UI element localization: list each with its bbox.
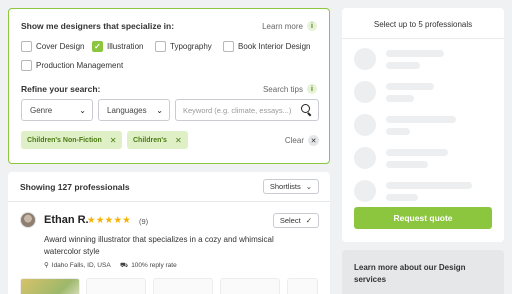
specialty-question: Show me designers that specialize in:: [21, 21, 175, 31]
checkbox-box[interactable]: [155, 41, 166, 52]
clear-filters-button[interactable]: Clear ✕: [285, 135, 319, 146]
results-header: Showing 127 professionals Shortlists ⌄: [8, 172, 330, 202]
refine-label: Refine your search:: [21, 84, 101, 94]
chip-label: Children's: [133, 136, 167, 144]
chevron-down-icon: ⌄: [156, 105, 163, 115]
placeholder-avatar: [354, 81, 376, 103]
checkbox-typography[interactable]: Typography: [155, 41, 212, 52]
placeholder-line: [386, 182, 472, 189]
results-panel: Showing 127 professionals Shortlists ⌄ E…: [8, 172, 330, 294]
chevron-down-icon: ⌄: [79, 105, 86, 115]
checkbox-label: Book Interior Design: [238, 42, 311, 51]
location: ⚲ Idaho Falls, ID, USA: [44, 261, 111, 270]
professional-description: Award winning illustrator that specializ…: [44, 235, 274, 256]
placeholder-line: [386, 116, 456, 123]
checkbox-cover-design[interactable]: Cover Design: [21, 41, 84, 52]
search-tips-label: Search tips: [262, 84, 303, 94]
map-pin-icon: ⚲: [44, 262, 49, 269]
info-icon: i: [307, 84, 317, 94]
divider: [342, 38, 504, 39]
checkbox-label: Production Management: [36, 61, 124, 70]
filter-chip[interactable]: Children's Non-Fiction ✕: [21, 131, 123, 149]
portfolio-thumbnail[interactable]: [153, 278, 213, 294]
placeholder-line: [386, 194, 418, 201]
placeholder-avatar: [354, 147, 376, 169]
placeholder-line: [386, 95, 414, 102]
chevron-down-icon: ⌄: [305, 182, 312, 191]
close-icon[interactable]: ✕: [110, 136, 117, 145]
checkbox-box[interactable]: [21, 60, 32, 71]
reply-rate: ⛟ 100% reply rate: [120, 261, 177, 270]
placeholder-line: [386, 161, 428, 168]
placeholder-line: [386, 149, 448, 156]
placeholder-avatar: [354, 48, 376, 70]
checkbox-production-management[interactable]: Production Management: [21, 60, 123, 71]
checkbox-box[interactable]: [223, 41, 234, 52]
request-quote-button[interactable]: Request quote: [354, 207, 492, 229]
portfolio-thumbnail[interactable]: [220, 278, 280, 294]
close-icon[interactable]: ✕: [175, 136, 182, 145]
review-count: (9): [139, 217, 149, 226]
results-count: Showing 127 professionals: [20, 182, 130, 192]
selection-panel: Select up to 5 professionals Request quo…: [342, 8, 504, 242]
genre-select-value: Genre: [30, 105, 53, 115]
select-label: Select: [279, 216, 301, 225]
search-tips-link[interactable]: Search tips i: [263, 84, 317, 94]
filter-panel: Show me designers that specialize in: Le…: [8, 8, 330, 164]
portfolio-thumbnail[interactable]: [20, 278, 80, 294]
learn-more-link[interactable]: Learn more i: [262, 21, 317, 31]
keyword-placeholder[interactable]: Keyword (e.g. climate, essays...): [183, 106, 291, 115]
placeholder-avatar: [354, 114, 376, 136]
filter-chip[interactable]: Children's ✕: [127, 131, 188, 149]
portfolio-thumbnail[interactable]: [287, 278, 318, 294]
reply-rate-text: 100% reply rate: [131, 262, 177, 269]
select-button[interactable]: Select ✓: [272, 213, 319, 228]
checkbox-label: Cover Design: [36, 42, 85, 51]
keyword-search[interactable]: Keyword (e.g. climate, essays...): [175, 99, 319, 121]
placeholder-line: [386, 50, 444, 57]
avatar[interactable]: [20, 212, 36, 228]
checkbox-label: Typography: [170, 42, 212, 51]
placeholder-line: [386, 83, 434, 90]
placeholder-line: [386, 62, 420, 69]
portfolio-thumbnail[interactable]: [86, 278, 146, 294]
star-icon: ★★★★★: [87, 215, 132, 226]
shortlists-label: Shortlists: [269, 182, 301, 191]
learn-more-label: Learn more: [262, 21, 303, 31]
info-icon: i: [307, 21, 317, 31]
learn-more-panel[interactable]: Learn more about our Design services: [342, 250, 504, 294]
checkbox-book-interior-design[interactable]: Book Interior Design: [223, 41, 310, 52]
check-icon: ✓: [305, 216, 312, 225]
selection-title: Select up to 5 professionals: [373, 20, 473, 29]
search-icon[interactable]: [301, 104, 313, 116]
chip-label: Children's Non-Fiction: [27, 136, 102, 144]
checkbox-label: Illustration: [107, 42, 144, 51]
professional-name[interactable]: Ethan R.: [44, 214, 89, 226]
shortlists-dropdown[interactable]: Shortlists ⌄: [262, 179, 319, 194]
learn-more-heading[interactable]: Learn more about our Design services: [354, 262, 494, 286]
truck-icon: ⛟: [120, 262, 129, 269]
placeholder-avatar: [354, 180, 376, 202]
placeholder-line: [386, 128, 410, 135]
close-icon[interactable]: ✕: [308, 135, 319, 146]
checkbox-illustration[interactable]: ✓ Illustration: [92, 41, 143, 52]
genre-select[interactable]: Genre ⌄: [21, 99, 93, 121]
languages-select[interactable]: Languages ⌄: [98, 99, 170, 121]
check-icon[interactable]: ✓: [92, 41, 103, 52]
checkbox-box[interactable]: [21, 41, 32, 52]
location-text: Idaho Falls, ID, USA: [51, 261, 111, 269]
languages-select-value: Languages: [107, 105, 147, 115]
clear-label: Clear: [284, 136, 304, 145]
